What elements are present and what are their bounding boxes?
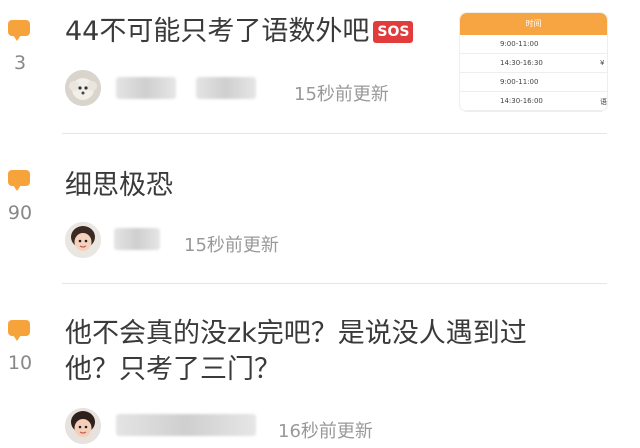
thumbnail-row: 14:30-16:30 ¥ [460, 54, 607, 73]
post-item-2[interactable]: 90 细思极恐 15秒前更新 [0, 150, 640, 280]
avatar[interactable] [65, 70, 101, 106]
thumbnail-header: 时间 [460, 13, 607, 35]
divider [62, 133, 607, 134]
thumbnail-row: 9:00-11:00 [460, 35, 607, 54]
avatar[interactable] [65, 222, 101, 258]
post-item-1[interactable]: 3 44不可能只考了语数外吧 SOS 15秒前更新 时间 9:00-11:00 1… [0, 0, 640, 140]
reply-count: 90 [7, 202, 33, 224]
post-thumbnail[interactable]: 时间 9:00-11:00 14:30-16:30 ¥ 9:00-11:00 14… [459, 12, 608, 112]
username-redacted [196, 77, 256, 99]
comment-icon [8, 170, 30, 191]
sos-badge: SOS [373, 21, 414, 43]
post-title-line-1[interactable]: 他不会真的没zk完吧？是说没人遇到过 [65, 316, 527, 352]
update-time: 16秒前更新 [278, 421, 373, 442]
username-redacted [114, 228, 160, 250]
reply-count: 10 [7, 352, 33, 374]
girl-avatar-icon [65, 408, 101, 444]
update-time: 15秒前更新 [184, 235, 279, 256]
post-title-line-2[interactable]: 他？只考了三门？ [65, 352, 281, 388]
post-item-3[interactable]: 10 他不会真的没zk完吧？是说没人遇到过 他？只考了三门？ 16秒前更新 [0, 300, 640, 448]
comment-icon [8, 320, 30, 341]
username-redacted [116, 77, 176, 99]
girl-avatar-icon [65, 222, 101, 258]
username-redacted [116, 414, 256, 436]
comment-icon [8, 20, 30, 41]
post-title[interactable]: 44不可能只考了语数外吧 SOS [65, 14, 414, 50]
update-time: 15秒前更新 [294, 84, 389, 105]
reply-count: 3 [13, 52, 27, 74]
divider [62, 283, 607, 284]
avatar[interactable] [65, 408, 101, 444]
post-title-text: 44不可能只考了语数外吧 [65, 16, 370, 47]
post-title[interactable]: 细思极恐 [65, 168, 173, 204]
thumbnail-row: 9:00-11:00 [460, 73, 607, 92]
dog-avatar-icon [65, 70, 101, 106]
thumbnail-row: 14:30-16:00 语 [460, 92, 607, 111]
